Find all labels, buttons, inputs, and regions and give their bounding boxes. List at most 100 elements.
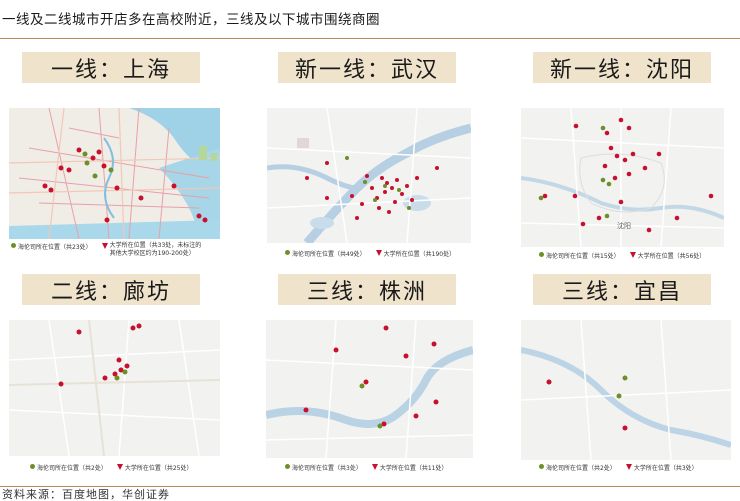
university-marker <box>572 193 578 199</box>
university-marker <box>96 149 102 155</box>
store-marker <box>383 184 387 188</box>
store-marker <box>108 167 114 173</box>
university-marker <box>383 325 389 331</box>
university-pin-icon <box>375 250 382 256</box>
map-shenyang: 沈阳 <box>521 108 724 247</box>
university-marker <box>618 199 624 205</box>
store-marker-icon <box>285 464 290 469</box>
university-marker <box>622 157 628 163</box>
store-marker <box>407 206 411 210</box>
legend-stores: 海伦司所在位置（共2处） <box>546 465 616 472</box>
city-label-shenyang: 新一线：沈阳 <box>533 52 711 83</box>
university-marker <box>350 194 354 198</box>
store-marker <box>600 125 606 131</box>
legend-stores: 海伦司所在位置（共23处） <box>18 244 92 251</box>
university-marker <box>431 341 437 347</box>
university-marker <box>90 155 96 161</box>
university-marker <box>400 192 404 196</box>
university-marker <box>383 190 387 194</box>
university-marker <box>363 379 369 385</box>
university-marker <box>116 357 122 363</box>
university-marker <box>405 184 409 188</box>
store-marker <box>82 151 88 157</box>
legend-shenyang: 海伦司所在位置（共15处） 大学所在位置（共56处） <box>539 251 705 260</box>
store-marker <box>84 160 90 166</box>
store-marker <box>122 369 128 375</box>
university-marker <box>415 176 419 180</box>
city-label-wuhan: 新一线：武汉 <box>278 52 456 83</box>
store-marker-icon <box>285 250 290 255</box>
university-marker <box>130 325 136 331</box>
university-marker <box>124 363 130 369</box>
university-marker <box>66 167 72 173</box>
university-marker <box>596 215 602 221</box>
university-marker <box>76 329 82 335</box>
legend-universities: 大学所在位置（共190处） <box>383 251 456 258</box>
university-marker <box>626 171 632 177</box>
university-marker <box>546 379 552 385</box>
university-marker <box>136 323 142 329</box>
university-marker <box>618 117 624 123</box>
store-marker <box>363 180 367 184</box>
university-marker <box>101 163 107 169</box>
university-marker <box>303 407 309 413</box>
map-shanghai <box>9 108 220 239</box>
university-marker <box>656 151 662 157</box>
store-marker <box>373 198 377 202</box>
university-pin-icon <box>625 464 632 470</box>
legend-stores: 海伦司所在位置（共3处） <box>292 465 362 472</box>
store-marker-icon <box>11 243 16 248</box>
store-marker <box>377 423 383 429</box>
university-marker <box>580 221 586 227</box>
university-marker <box>333 347 339 353</box>
legend-wuhan: 海伦司所在位置（共49处） 大学所在位置（共190处） <box>285 249 455 258</box>
store-marker-icon <box>30 464 35 469</box>
university-marker <box>104 217 110 223</box>
university-marker <box>708 193 714 199</box>
legend-universities: 大学所在位置（共11处） <box>379 465 448 472</box>
map-district-label: 沈阳 <box>617 221 631 230</box>
university-marker <box>390 186 394 190</box>
university-marker <box>435 166 439 170</box>
university-marker <box>355 216 359 220</box>
map-zhuzhou <box>266 320 473 458</box>
legend-universities: 大学所在位置（共33处，未标注的 其他大学校区约为190-200处） <box>109 242 202 257</box>
university-marker <box>365 174 369 178</box>
map-wuhan <box>267 108 471 243</box>
university-marker <box>305 176 309 180</box>
university-marker <box>202 217 208 223</box>
university-marker <box>360 202 364 206</box>
store-marker <box>622 375 628 381</box>
university-marker <box>410 198 414 202</box>
university-marker <box>325 196 329 200</box>
legend-yichang: 海伦司所在位置（共2处） 大学所在位置（共3处） <box>539 463 698 472</box>
university-marker <box>171 183 177 189</box>
university-marker <box>630 151 636 157</box>
store-marker <box>604 213 610 219</box>
university-marker <box>612 175 618 181</box>
university-pin-icon <box>371 464 378 470</box>
university-marker <box>380 176 384 180</box>
university-marker <box>626 125 632 131</box>
university-marker <box>393 200 397 204</box>
page-header: 一线及二线城市开店多在高校附近，三线及以下城市围绕商圈 <box>0 0 740 39</box>
university-marker <box>370 186 374 190</box>
university-marker <box>325 161 329 165</box>
page-footer: 资料来源：百度地图，华创证券 <box>0 486 740 501</box>
store-marker <box>345 156 349 160</box>
store-marker <box>606 181 612 187</box>
university-marker <box>387 210 391 214</box>
legend-stores: 海伦司所在位置（共15处） <box>546 253 620 260</box>
map-yichang <box>521 320 731 460</box>
university-marker <box>604 130 610 136</box>
legend-langfang: 海伦司所在位置（共2处） 大学所在位置（共25处） <box>30 463 192 472</box>
legend-universities: 大学所在位置（共25处） <box>124 465 193 472</box>
legend-zhuzhou: 海伦司所在位置（共3处） 大学所在位置（共11处） <box>285 463 447 472</box>
source-note: 资料来源：百度地图，华创证券 <box>2 488 170 501</box>
store-marker <box>92 173 98 179</box>
university-marker <box>42 183 48 189</box>
university-marker <box>573 123 579 129</box>
university-marker <box>58 381 64 387</box>
university-marker <box>58 165 64 171</box>
store-marker-icon <box>539 464 544 469</box>
